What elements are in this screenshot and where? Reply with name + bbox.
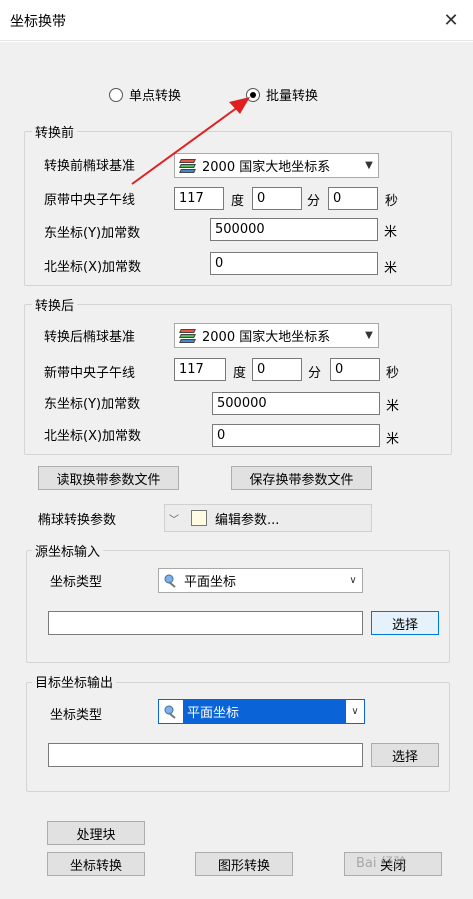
- after-east-unit: 米: [386, 399, 400, 414]
- before-east-label: 东坐标(Y)加常数: [44, 226, 141, 241]
- close-window-button[interactable]: ✕: [436, 6, 466, 34]
- radio-single-label: 单点转换: [129, 89, 182, 104]
- after-meridian-label: 新带中央子午线: [44, 366, 136, 381]
- after-north-label: 北坐标(X)加常数: [44, 429, 142, 444]
- plane-coord-icon: [163, 573, 179, 589]
- after-degree-unit: 度: [233, 366, 247, 381]
- chevron-down-icon: ﹀: [169, 514, 179, 526]
- before-second-unit: 秒: [385, 194, 399, 209]
- layers-icon: [179, 158, 197, 174]
- after-minute-input[interactable]: 0: [252, 358, 302, 381]
- radio-batch-indicator[interactable]: [246, 87, 260, 102]
- after-datum-label: 转换后椭球基准: [44, 330, 136, 345]
- radio-single-indicator[interactable]: [109, 87, 123, 102]
- before-degree-unit: 度: [231, 194, 245, 209]
- after-datum-value: 2000 国家大地坐标系: [202, 330, 331, 345]
- radio-batch-label: 批量转换: [266, 89, 319, 104]
- before-degree-input[interactable]: 117: [174, 187, 224, 210]
- after-minute-unit: 分: [308, 366, 322, 381]
- before-north-label: 北坐标(X)加常数: [44, 260, 142, 275]
- before-meridian-label: 原带中央子午线: [44, 193, 136, 208]
- before-legend: 转换前: [32, 122, 78, 141]
- after-north-unit: 米: [386, 432, 400, 447]
- source-group: [26, 550, 450, 663]
- source-type-select[interactable]: 平面坐标 ∨: [158, 568, 363, 593]
- layers-icon: [179, 328, 197, 344]
- edit-icon: [191, 510, 207, 526]
- target-legend: 目标坐标输出: [32, 672, 117, 691]
- after-legend: 转换后: [32, 295, 78, 314]
- edit-params-label: 编辑参数...: [215, 512, 280, 528]
- before-datum-value: 2000 国家大地坐标系: [202, 160, 331, 175]
- window-title: 坐标换带: [10, 14, 66, 30]
- source-type-label: 坐标类型: [50, 575, 103, 590]
- radio-single-point[interactable]: 单点转换: [109, 85, 181, 104]
- chevron-down-icon: ▼: [365, 330, 373, 341]
- after-degree-input[interactable]: 117: [174, 358, 226, 381]
- radio-batch[interactable]: 批量转换: [246, 85, 318, 104]
- chevron-down-icon: ▼: [365, 160, 373, 171]
- before-minute-input[interactable]: 0: [252, 187, 302, 210]
- after-north-input[interactable]: 0: [212, 424, 380, 447]
- source-path-input[interactable]: [48, 611, 363, 635]
- target-select-button[interactable]: 选择: [371, 743, 439, 767]
- source-legend: 源坐标输入: [32, 541, 104, 560]
- close-icon: ✕: [443, 9, 459, 31]
- after-east-label: 东坐标(Y)加常数: [44, 397, 141, 412]
- before-north-input[interactable]: 0: [210, 252, 378, 275]
- coord-convert-button[interactable]: 坐标转换: [47, 852, 145, 876]
- after-datum-select[interactable]: 2000 国家大地坐标系 ▼: [174, 323, 379, 348]
- after-second-input[interactable]: 0: [330, 358, 380, 381]
- edit-params-dropdown[interactable]: ﹀ 编辑参数...: [164, 504, 372, 532]
- before-datum-label: 转换前椭球基准: [44, 159, 136, 174]
- before-second-input[interactable]: 0: [328, 187, 378, 210]
- read-param-file-button[interactable]: 读取换带参数文件: [38, 466, 179, 490]
- source-select-button[interactable]: 选择: [371, 611, 439, 635]
- target-type-label: 坐标类型: [50, 708, 103, 723]
- target-path-input[interactable]: [48, 743, 363, 767]
- watermark: Bai 经验: [356, 856, 407, 871]
- save-param-file-button[interactable]: 保存换带参数文件: [231, 466, 372, 490]
- title-bar: 坐标换带 ✕: [0, 0, 473, 41]
- chevron-down-icon: ∨: [351, 706, 359, 717]
- graphic-convert-button[interactable]: 图形转换: [195, 852, 293, 876]
- target-type-value: 平面坐标: [183, 700, 346, 723]
- before-east-unit: 米: [384, 225, 398, 240]
- after-east-input[interactable]: 500000: [212, 392, 380, 415]
- before-minute-unit: 分: [307, 194, 321, 209]
- target-type-select[interactable]: 平面坐标 ∨: [158, 699, 365, 724]
- chevron-down-icon: ∨: [349, 575, 357, 586]
- before-datum-select[interactable]: 2000 国家大地坐标系 ▼: [174, 153, 379, 178]
- ellipsoid-params-label: 椭球转换参数: [38, 513, 117, 528]
- before-east-input[interactable]: 500000: [210, 218, 378, 241]
- process-block-button[interactable]: 处理块: [47, 821, 145, 845]
- source-type-value: 平面坐标: [184, 575, 237, 590]
- before-north-unit: 米: [384, 261, 398, 276]
- after-second-unit: 秒: [386, 366, 400, 381]
- plane-coord-icon: [163, 704, 179, 720]
